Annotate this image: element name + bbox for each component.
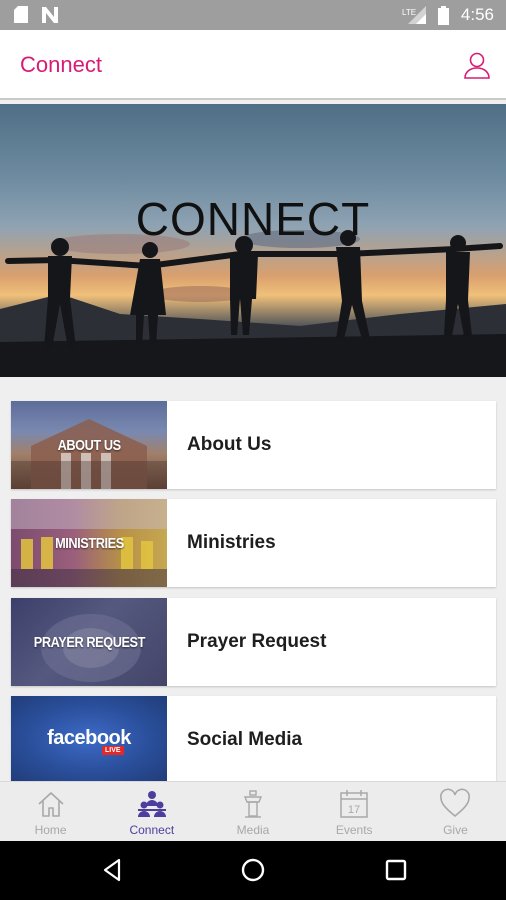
nav-media-label: Media (236, 823, 270, 837)
svg-text:17: 17 (348, 804, 360, 816)
card-title-social-media: Social Media (187, 729, 303, 750)
card-ministries[interactable]: MINISTRIES Ministries (11, 499, 496, 587)
nav-connect-label: Connect (129, 823, 175, 837)
status-bar: LTE 4:56 (0, 0, 506, 30)
prayer-request-thumbnail: PRAYER REQUEST (11, 598, 167, 686)
nav-home-label: Home (34, 823, 67, 837)
page-title: Connect (20, 52, 102, 77)
bottom-navigation: Home Connect Media 17 Events Give (0, 781, 506, 841)
nav-home[interactable]: Home (0, 782, 101, 841)
nav-events[interactable]: 17 Events (304, 782, 405, 841)
clock: 4:56 (460, 5, 494, 24)
recents-icon[interactable] (381, 855, 411, 885)
heart-icon (440, 788, 471, 818)
podium-icon (243, 790, 263, 818)
n-notification-icon (42, 6, 58, 23)
nav-give[interactable]: Give (405, 782, 506, 841)
card-title-prayer-request: Prayer Request (187, 631, 327, 652)
system-navigation-bar (0, 841, 506, 900)
app-bar: Connect (0, 30, 506, 100)
people-icon (137, 791, 166, 817)
card-about-us[interactable]: ABOUT US About Us (11, 401, 496, 489)
card-title-ministries: Ministries (187, 532, 276, 553)
home-icon (38, 792, 64, 817)
home-circle-icon[interactable] (238, 855, 268, 885)
ministries-thumb-label: MINISTRIES (54, 534, 124, 552)
battery-icon (437, 5, 449, 25)
nav-events-label: Events (335, 823, 373, 837)
profile-icon[interactable] (462, 50, 492, 80)
nav-connect[interactable]: Connect (101, 782, 202, 841)
back-icon[interactable] (97, 855, 127, 885)
calendar-icon: 17 (340, 790, 368, 818)
sd-card-icon (14, 6, 28, 23)
svg-text:LTE: LTE (402, 8, 416, 17)
about-us-thumb-label: ABOUT US (57, 436, 121, 454)
ministries-thumbnail: MINISTRIES (11, 499, 167, 587)
nav-media[interactable]: Media (202, 782, 303, 841)
about-us-thumbnail: ABOUT US (11, 401, 167, 489)
signal-lte-icon: LTE (402, 6, 426, 24)
nav-give-label: Give (443, 823, 468, 837)
card-prayer-request[interactable]: PRAYER REQUEST Prayer Request (11, 598, 496, 686)
social-media-thumbnail: facebook LIVE (11, 696, 167, 781)
live-badge: LIVE (102, 746, 124, 755)
card-social-media[interactable]: facebook LIVE Social Media (11, 696, 496, 781)
hero-title: CONNECT (135, 193, 371, 245)
hero-banner: CONNECT (0, 104, 506, 377)
card-title-about-us: About Us (187, 434, 272, 455)
prayer-request-thumb-label: PRAYER REQUEST (33, 633, 145, 651)
